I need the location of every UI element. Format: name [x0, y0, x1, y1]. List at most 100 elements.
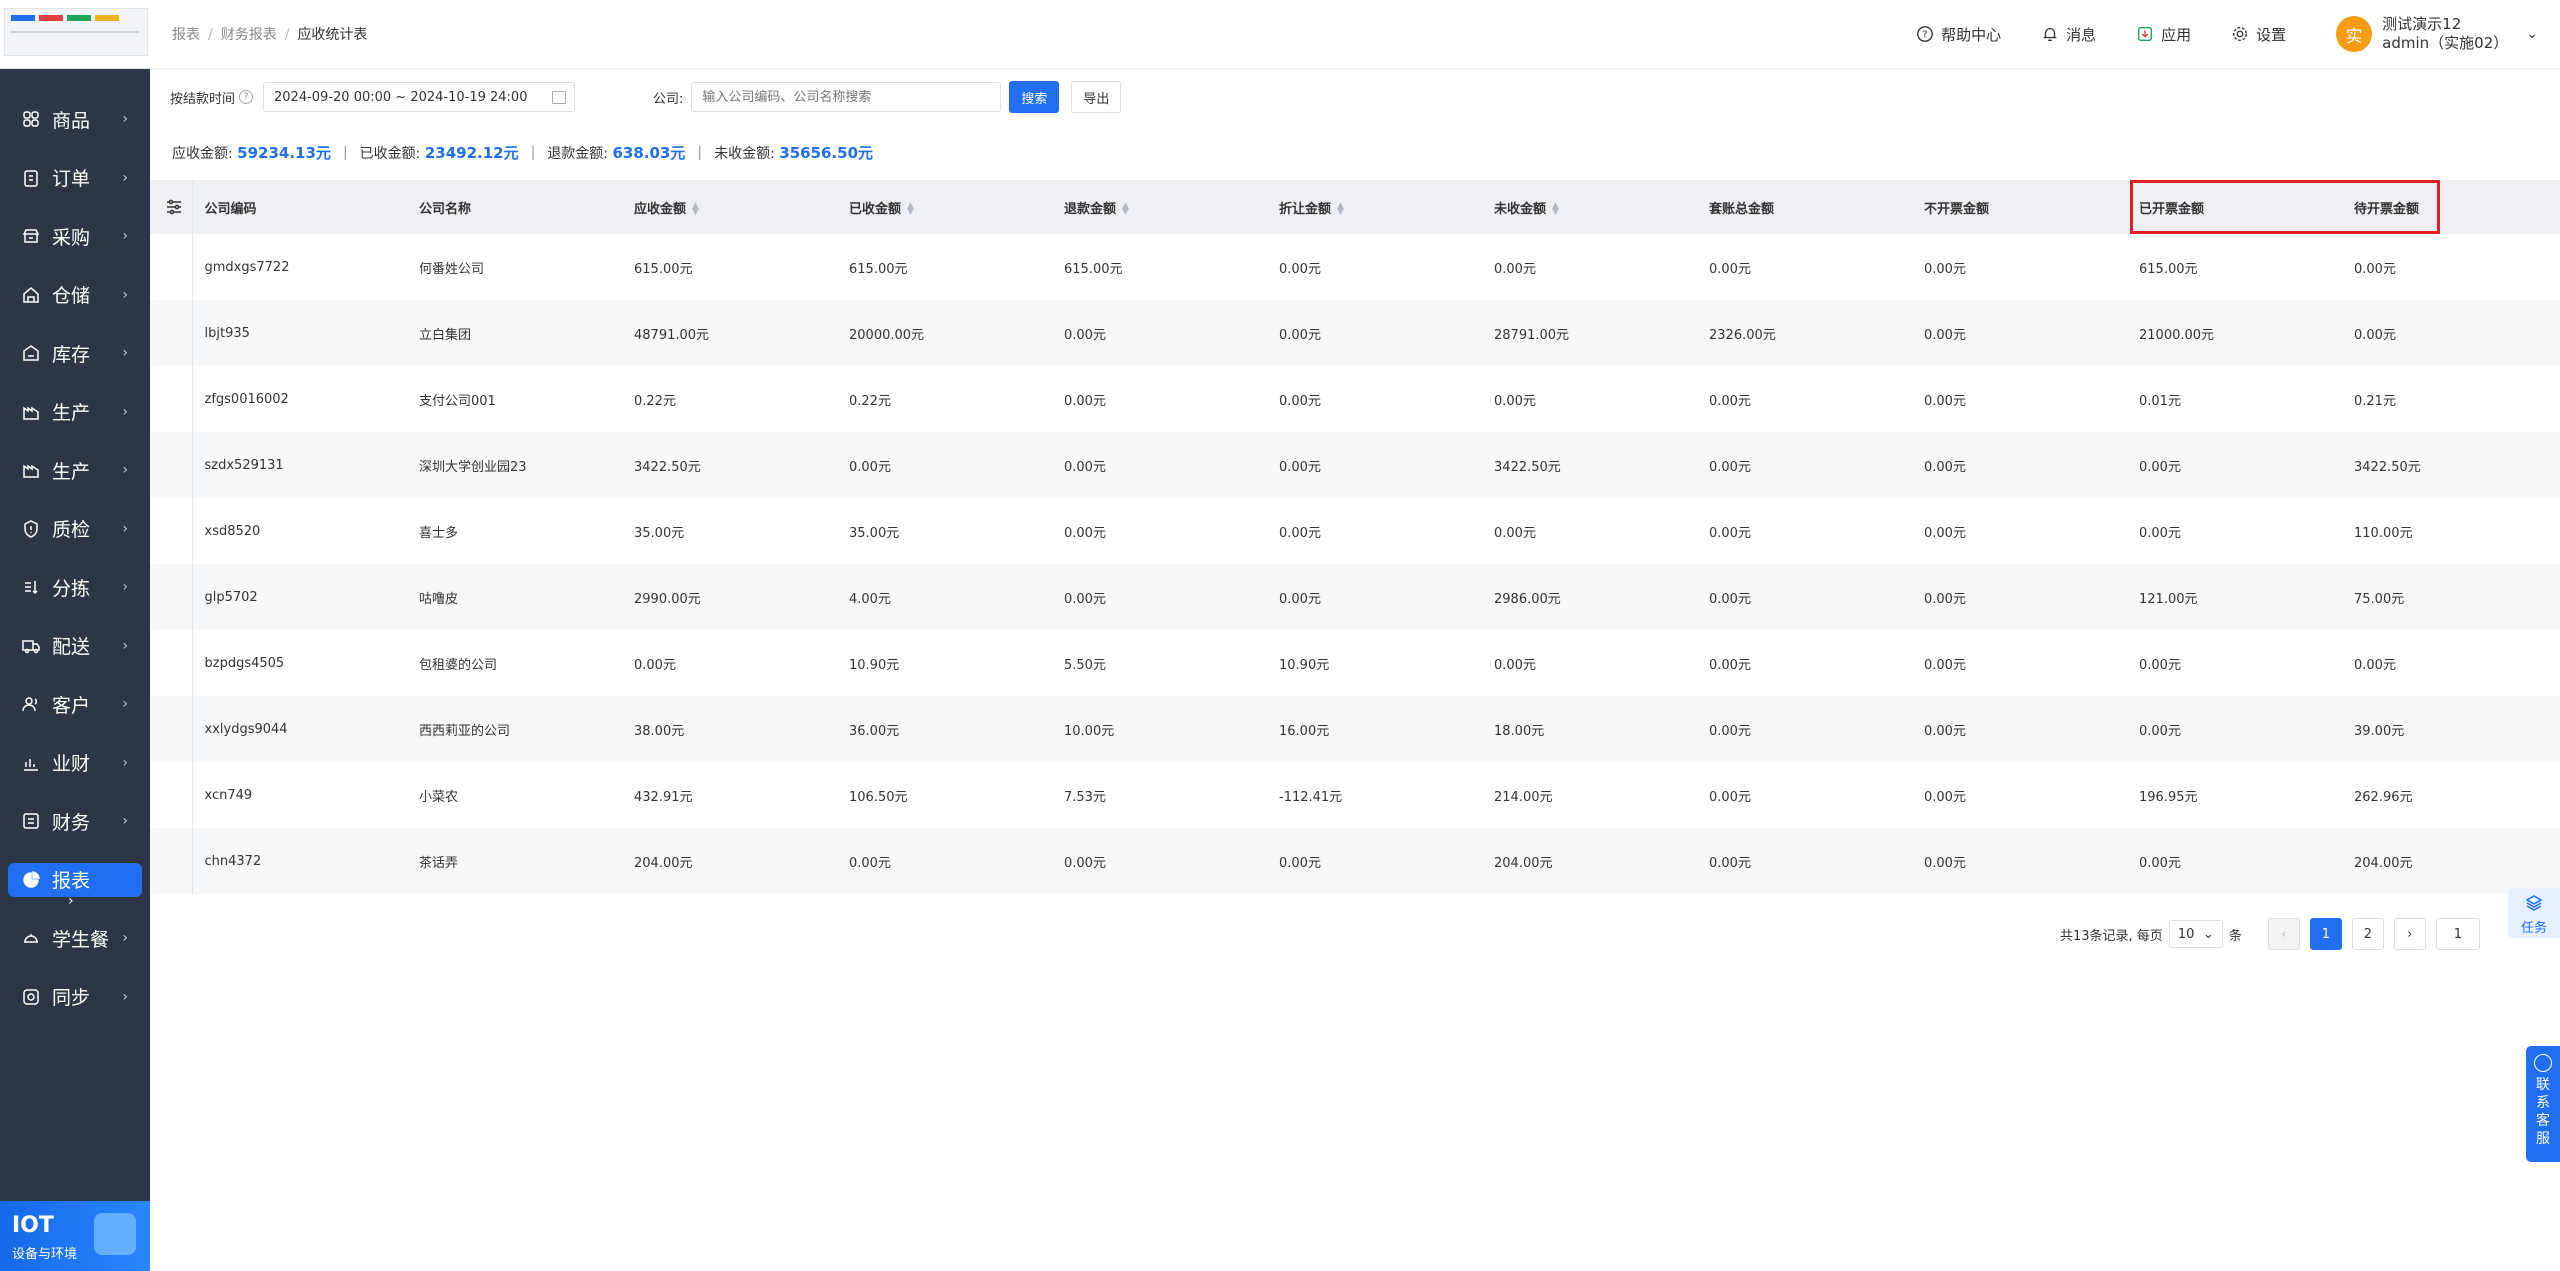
column-header: 公司名称 — [407, 180, 622, 234]
sidebar-item-12[interactable]: 财务 › — [0, 792, 150, 851]
sidebar-item-14[interactable]: 学生餐 › — [0, 909, 150, 968]
sidebar-item-label: 学生餐 — [52, 928, 110, 951]
next-page-button[interactable]: › — [2393, 918, 2426, 950]
sidebar-item-3[interactable]: 仓储 › — [0, 266, 150, 325]
sidebar-item-0[interactable]: 商品 › — [0, 90, 150, 149]
table-cell: 38.00元 — [622, 696, 837, 762]
factory-icon — [20, 401, 42, 423]
table-header: 公司编码 公司名称 应收金额 ▲ ▼ 已收金额 ▲ ▼ 退款金额 ▲ ▼ 折让金额 ▲ ▼ 未收金额 ▲ ▼ 套账… — [150, 180, 2560, 234]
table-cell: 0.00元 — [1052, 300, 1267, 366]
column-header[interactable]: 未收金额 ▲ ▼ — [1482, 180, 1697, 234]
user-menu[interactable]: 实 测试演示12 admin（实施02） ⌄ — [2336, 15, 2538, 53]
iot-title: IOT — [12, 1213, 54, 1238]
sidebar-item-5[interactable]: 生产 › — [0, 383, 150, 442]
search-button[interactable]: 搜索 — [1009, 81, 1060, 113]
table-cell: 16.00元 — [1267, 696, 1482, 762]
table-cell: 0.00元 — [1912, 498, 2127, 564]
table-cell: 615.00元 — [837, 234, 1052, 300]
table-cell: 35.00元 — [622, 498, 837, 564]
table-cell: 0.00元 — [1482, 498, 1697, 564]
table-cell: 西西莉亚的公司 — [407, 696, 622, 762]
page-2-button[interactable]: 2 — [2351, 918, 2384, 950]
sidebar-item-label: 配送 — [52, 636, 91, 659]
table-cell: 28791.00元 — [1482, 300, 1697, 366]
column-header[interactable]: 已收金额 ▲ ▼ — [837, 180, 1052, 234]
table-cell: 2986.00元 — [1482, 564, 1697, 630]
company-search-input[interactable] — [691, 82, 1002, 112]
sidebar-nav: 商品 › 订单 › 采购 › 仓储 › 库存 › 生产 › 生产 › 质检 › 分拣 › 配送 › 客户 › 业财 › 财务 › 报… — [0, 90, 150, 1026]
table-cell: 10.90元 — [837, 630, 1052, 696]
sidebar-item-1[interactable]: 订单 › — [0, 149, 150, 208]
factory-icon — [20, 459, 42, 481]
users-icon — [20, 693, 42, 715]
chat-icon — [2534, 1054, 2552, 1072]
prev-page-button[interactable]: ‹ — [2267, 918, 2300, 950]
table-cell: 204.00元 — [2342, 828, 2560, 894]
table-cell: 0.00元 — [1267, 498, 1482, 564]
table-body: gmdxgs7722 何番姓公司 615.00元 615.00元 615.00元 0.00… — [150, 234, 2560, 894]
customer-service-button[interactable]: 联 系 客 服 — [2526, 1046, 2560, 1162]
column-settings-icon[interactable] — [150, 180, 193, 234]
table-cell: xcn749 — [192, 762, 407, 828]
date-range-picker[interactable]: 2024-09-20 00:00 ~ 2024-10-19 24:00 — [263, 82, 576, 112]
sort-icon[interactable]: ▲ ▼ — [1552, 202, 1559, 217]
table-cell: 18.00元 — [1482, 696, 1697, 762]
settings-link[interactable]: 设置 — [2231, 24, 2286, 45]
sidebar-item-7[interactable]: 质检 › — [0, 500, 150, 559]
column-header[interactable]: 折让金额 ▲ ▼ — [1267, 180, 1482, 234]
time-filter-label: 按结款时间 — [170, 91, 236, 107]
table-cell: 35.00元 — [837, 498, 1052, 564]
logo-area — [0, 0, 150, 69]
table-cell: 0.00元 — [1267, 432, 1482, 498]
sidebar-item-6[interactable]: 生产 › — [0, 441, 150, 500]
messages-link[interactable]: 消息 — [2041, 24, 2096, 45]
sort-icon — [20, 576, 42, 598]
chevron-right-icon: › — [122, 286, 128, 303]
table-cell: 7.53元 — [1052, 762, 1267, 828]
sort-icon[interactable]: ▲ ▼ — [907, 202, 914, 217]
sidebar-item-8[interactable]: 分拣 › — [0, 558, 150, 617]
export-button[interactable]: 导出 — [1071, 81, 1122, 113]
table-cell: 0.00元 — [837, 432, 1052, 498]
table-cell: 615.00元 — [1052, 234, 1267, 300]
table-cell: 204.00元 — [1482, 828, 1697, 894]
table-cell: zfgs0016002 — [192, 366, 407, 432]
column-header[interactable]: 应收金额 ▲ ▼ — [622, 180, 837, 234]
sort-icon[interactable]: ▲ ▼ — [1122, 202, 1129, 217]
column-header: 不开票金额 — [1912, 180, 2127, 234]
sidebar-item-10[interactable]: 客户 › — [0, 675, 150, 734]
breadcrumb-finance-reports[interactable]: 财务报表 — [221, 27, 277, 43]
table-cell: 0.00元 — [1912, 564, 2127, 630]
apps-link[interactable]: 应用 — [2136, 24, 2191, 45]
finance-icon — [20, 810, 42, 832]
sidebar-item-11[interactable]: 业财 › — [0, 734, 150, 793]
table-cell: 0.00元 — [1052, 498, 1267, 564]
shop-icon — [20, 225, 42, 247]
sidebar-item-13[interactable]: 报表 › — [0, 851, 150, 909]
total-records: 共13条记录, 每页 — [2060, 928, 2163, 944]
table-cell: 何番姓公司 — [407, 234, 622, 300]
help-center-link[interactable]: ? 帮助中心 — [1916, 24, 2001, 45]
iot-banner[interactable]: IOT 设备与环境 — [0, 1201, 150, 1271]
sidebar-item-4[interactable]: 库存 › — [0, 324, 150, 383]
sidebar-item-2[interactable]: 采购 › — [0, 207, 150, 266]
task-float-button[interactable]: 任务 — [2508, 888, 2560, 938]
jump-page-input[interactable]: 1 — [2435, 918, 2480, 950]
table-cell: 10.00元 — [1052, 696, 1267, 762]
table-cell: 0.22元 — [622, 366, 837, 432]
column-header[interactable]: 退款金额 ▲ ▼ — [1052, 180, 1267, 234]
sort-icon[interactable]: ▲ ▼ — [692, 202, 699, 217]
breadcrumb-reports[interactable]: 报表 — [172, 27, 200, 43]
help-icon[interactable]: ? — [239, 90, 254, 104]
sidebar-item-15[interactable]: 同步 › — [0, 968, 150, 1027]
page-1-button[interactable]: 1 — [2309, 918, 2342, 950]
table-cell: glp5702 — [192, 564, 407, 630]
sidebar-item-9[interactable]: 配送 › — [0, 617, 150, 676]
table-cell: 包租婆的公司 — [407, 630, 622, 696]
clipboard-icon — [20, 167, 42, 189]
table-cell: 3422.50元 — [622, 432, 837, 498]
table-cell: 0.00元 — [1267, 564, 1482, 630]
page-size-select[interactable]: 10 ⌄ — [2168, 920, 2223, 948]
table-cell: szdx529131 — [192, 432, 407, 498]
sort-icon[interactable]: ▲ ▼ — [1337, 202, 1344, 217]
